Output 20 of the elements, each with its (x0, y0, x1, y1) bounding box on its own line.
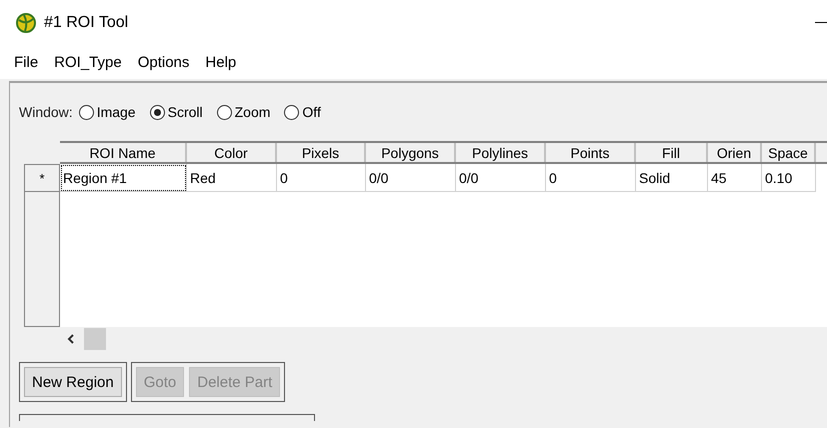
menu-item[interactable]: ROI_Type (46, 54, 130, 70)
table-cell: 0/0 (456, 164, 546, 192)
menu-item[interactable]: File (6, 54, 46, 70)
table-cell: Red (187, 164, 277, 192)
radio-option[interactable]: Image (78, 104, 136, 120)
table-cell: 0.10 (762, 164, 816, 192)
table-cell: 0/0 (366, 164, 456, 192)
action-button[interactable]: New Region (24, 367, 122, 397)
radio-option[interactable]: Zoom (216, 104, 270, 120)
table-cell: 45 (708, 164, 762, 192)
table-cell: 0 (277, 164, 366, 192)
radio-option[interactable]: Scroll (150, 104, 203, 120)
table-cell: Solid (636, 164, 708, 192)
menu-item[interactable]: Options (130, 54, 198, 70)
window-title: #1 ROI Tool (44, 14, 130, 32)
window-label: Window: (19, 104, 73, 120)
table-cell: 0 (546, 164, 636, 192)
radio-option[interactable]: Off (284, 104, 321, 120)
table-cell: Region #1 (60, 164, 187, 192)
menu-item[interactable]: Help (197, 54, 244, 70)
